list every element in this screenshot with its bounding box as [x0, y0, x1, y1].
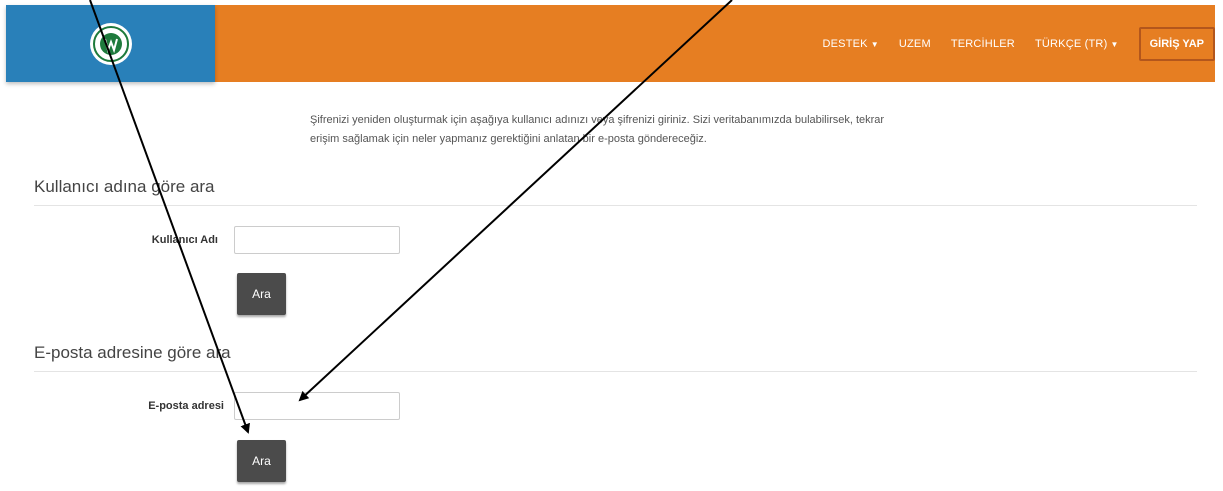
- nav-language-label: TÜRKÇE (TR): [1034, 37, 1108, 50]
- university-seal-icon[interactable]: [89, 22, 133, 66]
- email-input[interactable]: [234, 392, 400, 420]
- email-section-title: E-posta adresine göre ara: [34, 343, 231, 362]
- brand-logo-area[interactable]: [6, 5, 215, 82]
- intro-line-1: Şifrenizi yeniden oluşturmak için aşağıy…: [310, 114, 885, 126]
- intro-text: Şifrenizi yeniden oluşturmak için aşağıy…: [310, 111, 910, 149]
- username-search-button[interactable]: Ara: [237, 273, 286, 315]
- nav-language[interactable]: TÜRKÇE (TR) ▼: [1035, 38, 1119, 50]
- top-nav: DESTEK ▼ UZEM TERCİHLER TÜRKÇE (TR) ▼ GİRİ…: [823, 5, 1215, 82]
- email-search-button[interactable]: Ara: [237, 440, 286, 482]
- nav-tercihler[interactable]: TERCİHLER: [951, 38, 1015, 50]
- username-input[interactable]: [234, 226, 400, 254]
- email-label: E-posta adresi: [148, 400, 224, 412]
- username-section-title: Kullanıcı adına göre ara: [34, 177, 215, 196]
- nav-uzem[interactable]: UZEM: [899, 38, 931, 50]
- divider: [34, 205, 1197, 206]
- nav-destek[interactable]: DESTEK ▼: [823, 38, 879, 50]
- login-button[interactable]: GİRİŞ YAP: [1138, 26, 1215, 61]
- username-label: Kullanıcı Adı: [151, 234, 218, 246]
- intro-line-2: erişim sağlamak için neler yapmanız gere…: [310, 133, 707, 145]
- divider: [34, 371, 1197, 372]
- chevron-down-icon: ▼: [870, 39, 879, 49]
- nav-destek-label: DESTEK: [822, 37, 868, 50]
- chevron-down-icon: ▼: [1110, 39, 1119, 49]
